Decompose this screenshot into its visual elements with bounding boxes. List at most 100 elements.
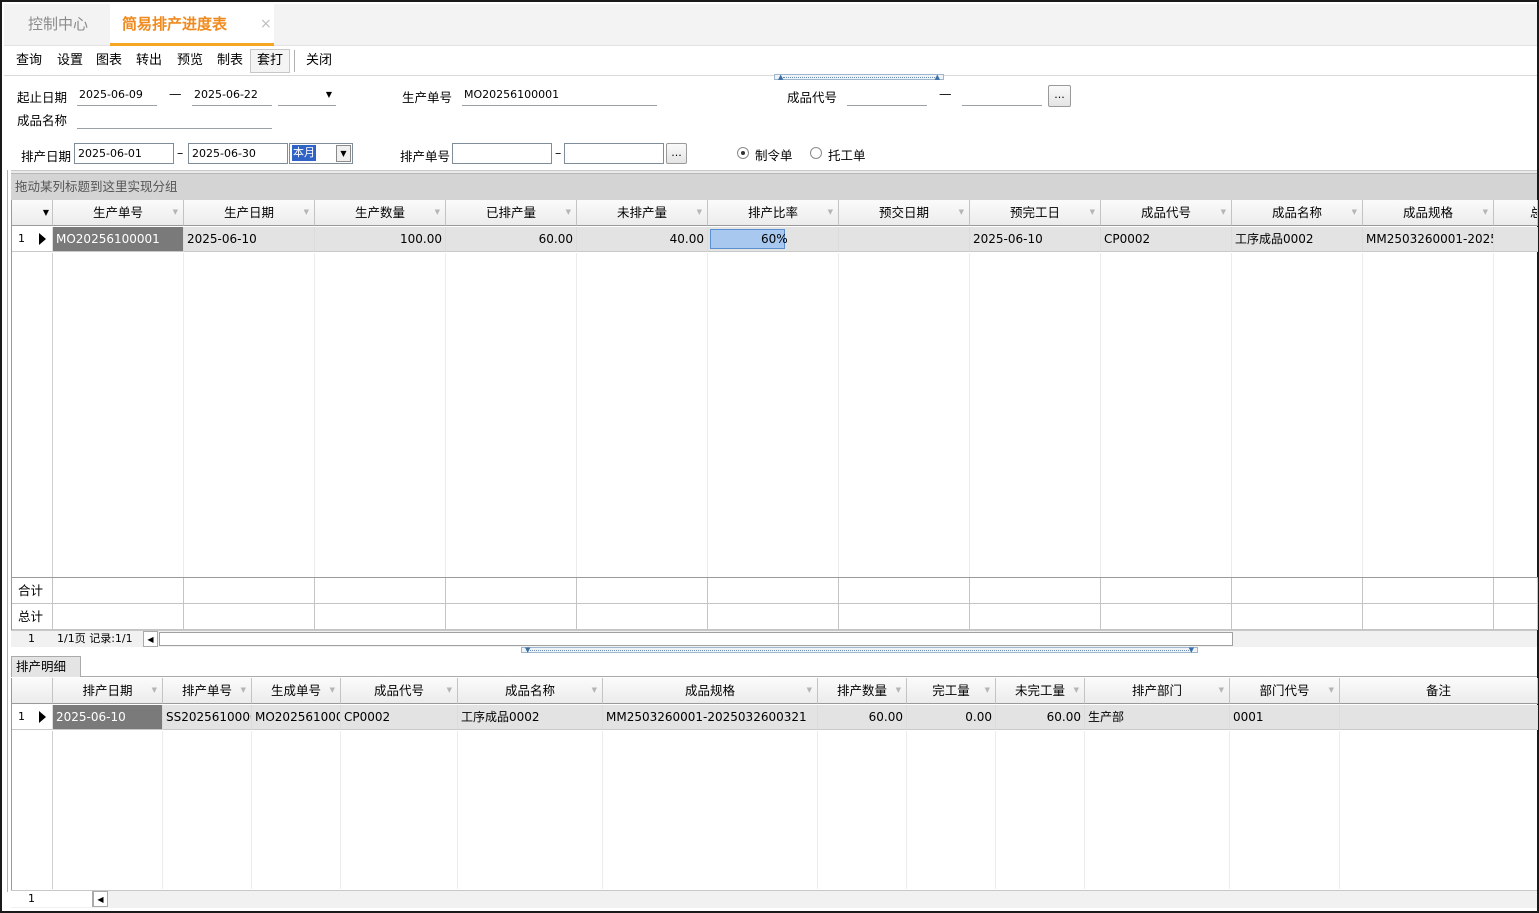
col-header-sched-date[interactable]: 排产日期 ▼ [53, 678, 163, 704]
export-button[interactable]: 转出 [136, 46, 162, 76]
sched-no-browse-button[interactable]: ... [666, 143, 687, 164]
row-selector-header[interactable] [12, 678, 53, 704]
col-header-undone-qty[interactable]: 未完工量 ▼ [996, 678, 1085, 704]
sched-no-to-field[interactable] [564, 143, 664, 164]
cell-prod-qty[interactable]: 100.00 [315, 227, 446, 252]
period-select[interactable]: 本月 ▼ [289, 143, 353, 164]
col-header-sched-qty[interactable]: 排产数量 ▼ [818, 678, 907, 704]
col-header-scheduled-qty[interactable]: 已排产量 ▼ [446, 200, 577, 226]
row-selector-header[interactable]: ▼ [12, 200, 53, 226]
cell-sched-qty[interactable]: 60.00 [818, 705, 907, 730]
cell-undone-qty[interactable]: 60.00 [996, 705, 1085, 730]
col-header-schedule-ratio[interactable]: 排产比率 ▼ [708, 200, 839, 226]
pager-page-no[interactable]: 1 [11, 891, 93, 907]
col-header-prod-qty[interactable]: 生产数量 ▼ [315, 200, 446, 226]
report-button[interactable]: 制表 [217, 46, 243, 76]
cell-sched-no[interactable]: SS2025610000 [163, 705, 252, 730]
col-header-due-date[interactable]: 预交日期 ▼ [839, 200, 970, 226]
cell-gen-no[interactable]: MO202561000( [252, 705, 341, 730]
horizontal-scrollbar-thumb[interactable] [159, 632, 1233, 646]
row-indicator[interactable]: 1 [12, 227, 53, 252]
settings-button[interactable]: 设置 [57, 46, 83, 76]
total-cell [53, 604, 184, 630]
date-range-dropdown[interactable]: ▼ [278, 86, 336, 106]
cell-sched-date[interactable]: 2025-06-10 [53, 705, 163, 730]
filter-splitter-handle[interactable]: ▲ ▲ [774, 74, 944, 81]
product-name-label: 成品名称 [17, 113, 68, 128]
col-header-product-spec[interactable]: 成品规格 ▼ [1363, 200, 1494, 226]
close-button[interactable]: 关闭 [306, 46, 332, 76]
date-to-field[interactable]: 2025-06-22 [192, 86, 272, 106]
scroll-left-icon[interactable]: ◀ [93, 891, 108, 907]
detail-splitter-handle[interactable]: ▼ ▼ [521, 647, 1198, 654]
col-header-sched-dept[interactable]: 排产部门 ▼ [1085, 678, 1230, 704]
radio-work-order-label[interactable]: 制令单 [755, 145, 793, 164]
col-header-product-name[interactable]: 成品名称 ▼ [458, 678, 603, 704]
radio-outsource-order[interactable] [810, 147, 822, 159]
col-header-total[interactable]: 总 [1494, 200, 1538, 226]
cell-product-name[interactable]: 工序成品0002 [458, 705, 603, 730]
cell-due-date[interactable] [839, 227, 970, 252]
cell-total[interactable] [1494, 227, 1538, 252]
cell-scheduled-qty[interactable]: 60.00 [446, 227, 577, 252]
cell-sched-dept[interactable]: 生产部 [1085, 705, 1230, 730]
chart-button[interactable]: 图表 [96, 46, 122, 76]
cell-finish-date[interactable]: 2025-06-10 [970, 227, 1101, 252]
pager-info: 1/1页 记录:1/1 [57, 632, 133, 645]
col-header-product-name[interactable]: 成品名称 ▼ [1232, 200, 1363, 226]
product-code-to-field[interactable] [962, 86, 1042, 106]
cell-prod-date[interactable]: 2025-06-10 [184, 227, 315, 252]
scroll-left-icon[interactable]: ◀ [143, 631, 158, 647]
query-button[interactable]: 查询 [16, 46, 42, 76]
cell-remark[interactable] [1340, 705, 1538, 730]
col-header-done-qty[interactable]: 完工量 ▼ [907, 678, 996, 704]
radio-outsource-order-label[interactable]: 托工单 [828, 145, 866, 164]
col-header-prod-no[interactable]: 生产单号 ▼ [53, 200, 184, 226]
tab-schedule-detail[interactable]: 排产明细 [11, 656, 82, 677]
cell-product-code[interactable]: CP0002 [1101, 227, 1232, 252]
col-header-remark[interactable]: 备注 [1340, 678, 1538, 704]
sort-icon: ▼ [434, 208, 440, 216]
row-indicator[interactable]: 1 [12, 705, 53, 730]
col-header-product-spec[interactable]: 成品规格 ▼ [603, 678, 818, 704]
close-icon[interactable]: × [260, 4, 272, 44]
col-header-prod-date[interactable]: 生产日期 ▼ [184, 200, 315, 226]
date-from-field[interactable]: 2025-06-09 [77, 86, 157, 106]
total-cell [577, 604, 708, 630]
cell-prod-no[interactable]: MO20256100001 [53, 227, 184, 252]
col-header-gen-no[interactable]: 生成单号 ▼ [252, 678, 341, 704]
prod-no-field[interactable]: MO20256100001 [462, 86, 657, 106]
radio-work-order[interactable] [737, 147, 749, 159]
cell-product-spec[interactable]: MM2503260001-20250 [1363, 227, 1494, 252]
group-by-panel[interactable]: 拖动某列标题到这里实现分组 [11, 173, 1537, 200]
sched-date-to-field[interactable]: 2025-06-30 [188, 143, 288, 164]
cell-product-spec[interactable]: MM2503260001-2025032600321 [603, 705, 818, 730]
cell-product-code[interactable]: CP0002 [341, 705, 458, 730]
total-cell [1232, 604, 1363, 630]
cell-dept-code[interactable]: 0001 [1230, 705, 1340, 730]
total-cell [839, 604, 970, 630]
cell-unscheduled-qty[interactable]: 40.00 [577, 227, 708, 252]
sched-date-dash: – [177, 145, 184, 160]
tab-control-center[interactable]: 控制中心 [28, 4, 88, 46]
col-header-product-code[interactable]: 成品代号 ▼ [1101, 200, 1232, 226]
current-row-arrow-icon [39, 233, 46, 245]
template-print-button[interactable]: 套打 [250, 49, 291, 73]
product-code-browse-button[interactable]: ... [1048, 85, 1071, 107]
sched-no-from-field[interactable] [452, 143, 552, 164]
preview-button[interactable]: 预览 [177, 46, 203, 76]
col-header-dept-code[interactable]: 部门代号 ▼ [1230, 678, 1340, 704]
chevron-down-icon[interactable]: ▼ [336, 145, 351, 162]
col-header-finish-date[interactable]: 预完工日 ▼ [970, 200, 1101, 226]
col-header-product-code[interactable]: 成品代号 ▼ [341, 678, 458, 704]
col-header-sched-no[interactable]: 排产单号 ▼ [163, 678, 252, 704]
cell-product-name[interactable]: 工序成品0002 [1232, 227, 1363, 252]
cell-schedule-ratio[interactable]: 60% [708, 227, 839, 252]
pager-page-no[interactable]: 1 [28, 631, 35, 647]
sched-date-from-field[interactable]: 2025-06-01 [74, 143, 174, 164]
tab-schedule-progress[interactable]: 简易排产进度表 × [110, 4, 274, 46]
cell-done-qty[interactable]: 0.00 [907, 705, 996, 730]
product-code-from-field[interactable] [847, 86, 927, 106]
col-header-unscheduled-qty[interactable]: 未排产量 ▼ [577, 200, 708, 226]
product-name-field[interactable] [77, 109, 272, 129]
